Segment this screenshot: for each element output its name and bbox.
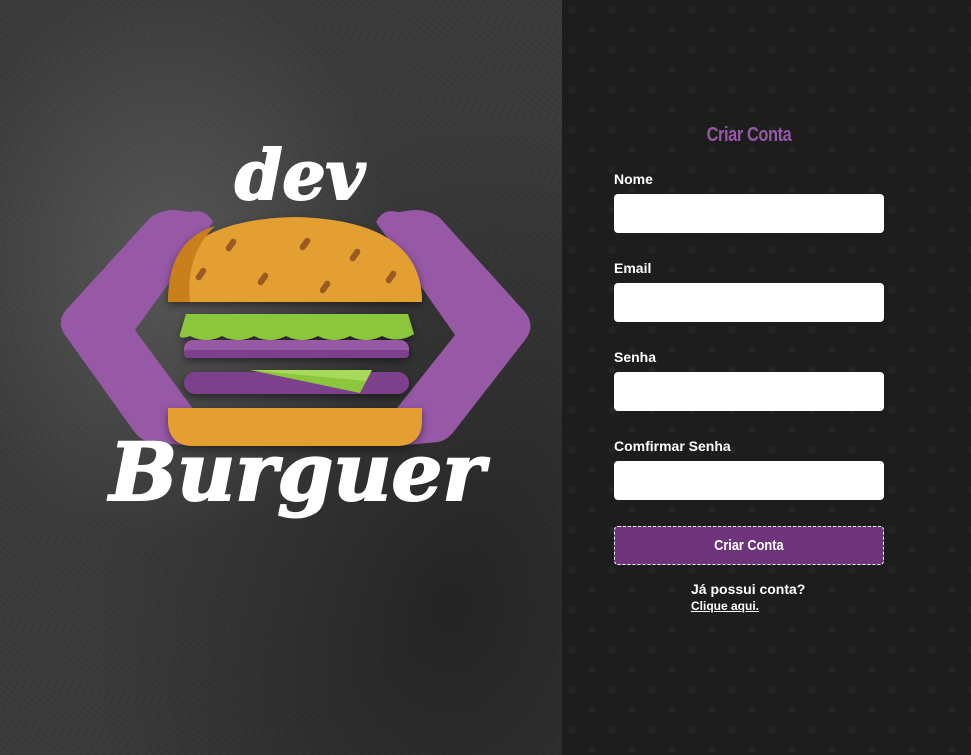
create-account-button-label: Criar Conta — [714, 537, 784, 554]
password-input[interactable] — [614, 372, 884, 411]
hero-panel: dev Burguer — [0, 0, 562, 755]
confirm-password-label: Comfirmar Senha — [614, 438, 731, 454]
name-input[interactable] — [614, 194, 884, 233]
logo-bottom-text: Burguer — [107, 425, 489, 519]
register-page: dev Burguer Criar Conta Nome Email Senha… — [0, 0, 971, 755]
email-label: Email — [614, 260, 652, 276]
email-input[interactable] — [614, 283, 884, 322]
create-account-button[interactable]: Criar Conta — [614, 526, 884, 565]
brand-logo-icon: dev Burguer — [60, 135, 531, 520]
login-link[interactable]: Clique aqui. — [691, 599, 759, 613]
confirm-password-input[interactable] — [614, 461, 884, 500]
register-form-panel: Criar Conta Nome Email Senha Comfirmar S… — [562, 0, 971, 755]
password-label: Senha — [614, 349, 657, 365]
login-prompt: Já possui conta? — [691, 581, 806, 597]
logo-top-text: dev — [235, 136, 367, 216]
form-title: Criar Conta — [706, 124, 792, 146]
burger-icon — [168, 217, 422, 446]
name-label: Nome — [614, 171, 653, 187]
